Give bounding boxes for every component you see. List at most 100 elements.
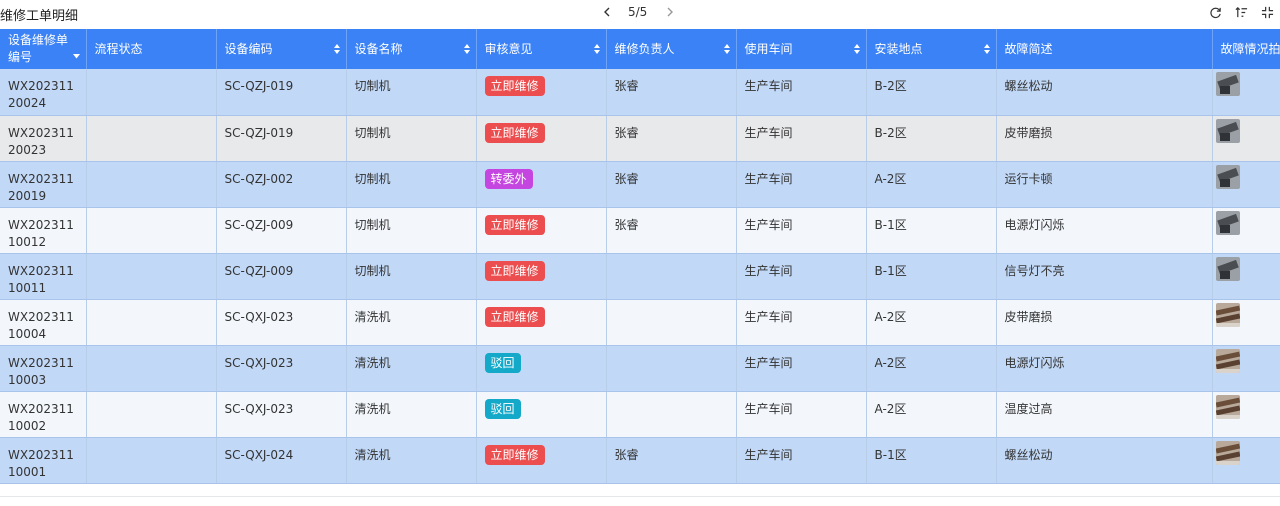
- opinion-badge: 驳回: [484, 398, 521, 419]
- collapse-button[interactable]: [1260, 5, 1274, 19]
- cell-id: WX20231120023: [0, 115, 87, 162]
- cell-owner: 张睿: [606, 115, 737, 162]
- chevron-left-icon: [604, 7, 610, 17]
- column-header-name[interactable]: 设备名称: [346, 29, 477, 69]
- table-row[interactable]: WX20231110004 SC-QXJ-023 清洗机 立即维修 生产车间 A-2区 皮带…: [0, 299, 1280, 346]
- fault-photo-thumbnail[interactable]: [1215, 256, 1240, 281]
- column-header-status[interactable]: 流程状态: [86, 29, 217, 69]
- cell-status: [86, 115, 217, 162]
- prev-page-button[interactable]: [600, 5, 614, 19]
- table-row[interactable]: WX20231110012 SC-QZJ-009 切制机 立即维修 张睿 生产车间 B-1区…: [0, 207, 1280, 254]
- cell-fault: 皮带磨损: [996, 115, 1213, 162]
- cell-location: B-1区: [866, 437, 997, 484]
- column-header-fault[interactable]: 故障简述: [996, 29, 1213, 69]
- next-page-button[interactable]: [663, 5, 677, 19]
- refresh-button[interactable]: [1208, 5, 1222, 19]
- cell-name: 切制机: [346, 69, 477, 116]
- column-label: 设备名称: [354, 41, 403, 56]
- fault-photo-thumbnail[interactable]: [1215, 440, 1240, 465]
- column-header-location[interactable]: 安装地点: [866, 29, 997, 69]
- fault-photo-thumbnail[interactable]: [1215, 72, 1240, 96]
- cell-photo: [1212, 345, 1280, 392]
- cell-code: SC-QXJ-023: [216, 391, 347, 438]
- chevron-right-icon: [667, 7, 674, 17]
- cell-status: [86, 207, 217, 254]
- cell-id: WX20231110012: [0, 207, 87, 254]
- cell-fault: 电源灯闪烁: [996, 207, 1213, 254]
- cell-status: [86, 391, 217, 438]
- column-label: 审核意见: [484, 41, 533, 56]
- opinion-badge: 立即维修: [484, 122, 545, 143]
- sort-button[interactable]: [1234, 5, 1248, 19]
- fault-photo-thumbnail[interactable]: [1215, 118, 1240, 143]
- cell-status: [86, 253, 217, 300]
- cell-workshop: 生产车间: [736, 437, 867, 484]
- sort-icon: [853, 44, 860, 54]
- cell-fault: 皮带磨损: [996, 299, 1213, 346]
- column-label: 设备维修单编号: [8, 33, 69, 64]
- cell-code: SC-QZJ-009: [216, 207, 347, 254]
- cell-owner: [606, 345, 737, 392]
- sort-icon: [333, 44, 340, 54]
- column-label: 故障情况拍: [1220, 41, 1280, 56]
- table-row[interactable]: WX20231120024 SC-QZJ-019 切制机 立即维修 张睿 生产车间 B-2区…: [0, 69, 1280, 116]
- column-label: 安装地点: [874, 41, 923, 56]
- page-title: 维修工单明细: [0, 9, 79, 24]
- fault-photo-thumbnail[interactable]: [1215, 210, 1240, 235]
- cell-workshop: 生产车间: [736, 69, 867, 116]
- cell-workshop: 生产车间: [736, 161, 867, 208]
- cell-owner: 张睿: [606, 207, 737, 254]
- table-row[interactable]: WX20231110011 SC-QZJ-009 切制机 立即维修 生产车间 B-1区 信号…: [0, 253, 1280, 300]
- fault-photo-thumbnail[interactable]: [1215, 348, 1240, 373]
- cell-location: B-2区: [866, 69, 997, 116]
- column-header-opinion[interactable]: 审核意见: [476, 29, 607, 69]
- cell-fault: 电源灯闪烁: [996, 345, 1213, 392]
- opinion-badge: 驳回: [484, 352, 521, 373]
- caret-down-icon: [72, 47, 80, 64]
- cell-id: WX20231110001: [0, 437, 87, 484]
- sort-icon: [983, 44, 990, 54]
- cell-owner: 张睿: [606, 437, 737, 484]
- cell-photo: [1212, 391, 1280, 438]
- table-row[interactable]: WX20231110003 SC-QXJ-023 清洗机 驳回 生产车间 A-2区 电源灯闪…: [0, 345, 1280, 392]
- column-header-workshop[interactable]: 使用车间: [736, 29, 867, 69]
- cell-owner: [606, 299, 737, 346]
- pager: 5/5: [600, 5, 677, 19]
- column-header-code[interactable]: 设备编码: [216, 29, 347, 69]
- column-header-id[interactable]: 设备维修单编号: [0, 29, 87, 69]
- cell-name: 清洗机: [346, 299, 477, 346]
- cell-fault: 信号灯不亮: [996, 253, 1213, 300]
- cell-opinion: 立即维修: [476, 299, 607, 346]
- opinion-badge: 转委外: [484, 168, 533, 189]
- cell-fault: 螺丝松动: [996, 69, 1213, 116]
- cell-code: SC-QXJ-023: [216, 299, 347, 346]
- cell-code: SC-QXJ-024: [216, 437, 347, 484]
- cell-workshop: 生产车间: [736, 391, 867, 438]
- table-row[interactable]: WX20231120023 SC-QZJ-019 切制机 立即维修 张睿 生产车间 B-2区…: [0, 115, 1280, 162]
- cell-opinion: 立即维修: [476, 253, 607, 300]
- fault-photo-thumbnail[interactable]: [1215, 164, 1240, 189]
- cell-workshop: 生产车间: [736, 299, 867, 346]
- cell-id: WX20231120024: [0, 69, 87, 116]
- cell-code: SC-QXJ-023: [216, 345, 347, 392]
- fault-photo-thumbnail[interactable]: [1215, 302, 1240, 327]
- cell-workshop: 生产车间: [736, 207, 867, 254]
- cell-code: SC-QZJ-009: [216, 253, 347, 300]
- sort-icon: [463, 44, 470, 54]
- fault-photo-thumbnail[interactable]: [1215, 394, 1240, 419]
- column-label: 使用车间: [744, 41, 793, 56]
- cell-owner: [606, 391, 737, 438]
- column-header-owner[interactable]: 维修负责人: [606, 29, 737, 69]
- cell-photo: [1212, 69, 1280, 116]
- table-row[interactable]: WX20231120019 SC-QZJ-002 切制机 转委外 张睿 生产车间 A-2区运…: [0, 161, 1280, 208]
- table-row[interactable]: WX20231110001 SC-QXJ-024 清洗机 立即维修 张睿 生产车间 B-1区…: [0, 437, 1280, 484]
- sort-ascending-icon: [1235, 6, 1247, 17]
- column-header-photo[interactable]: 故障情况拍: [1212, 29, 1280, 69]
- opinion-badge: 立即维修: [484, 76, 545, 96]
- table-row[interactable]: WX20231110002 SC-QXJ-023 清洗机 驳回 生产车间 A-2区 温度过高: [0, 391, 1280, 438]
- column-label: 流程状态: [94, 41, 143, 56]
- cell-id: WX20231110011: [0, 253, 87, 300]
- toolbar: 维修工单明细 5/5: [0, 0, 1280, 28]
- cell-id: WX20231120019: [0, 161, 87, 208]
- cell-status: [86, 161, 217, 208]
